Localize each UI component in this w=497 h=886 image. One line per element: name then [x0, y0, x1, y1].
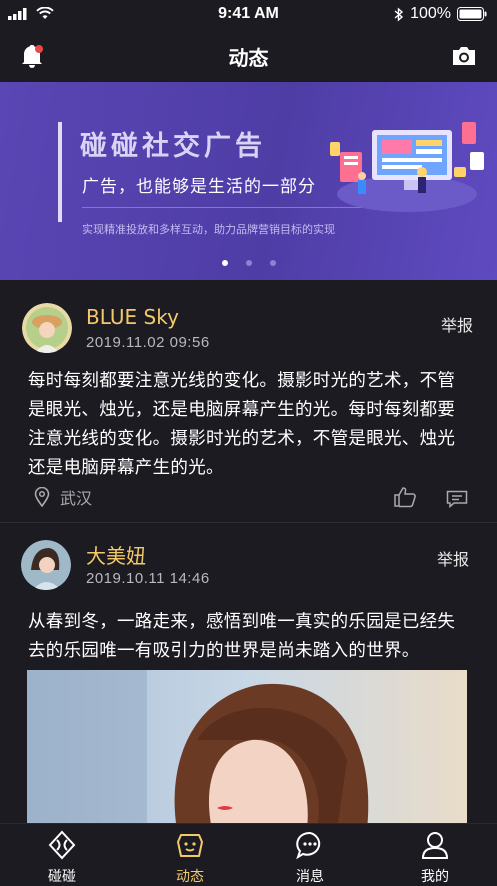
camera-icon [453, 47, 475, 65]
banner-caption: 实现精准投放和多样互动，助力品牌营销目标的实现 [82, 223, 335, 236]
banner-subtitle: 广告，也能够是生活的一部分 [82, 177, 316, 197]
pager-dot[interactable] [245, 260, 252, 266]
tab-profile[interactable]: 我的 [395, 830, 475, 886]
battery-percent: 100% [410, 5, 451, 22]
page-title: 动态 [228, 46, 269, 70]
user-name[interactable]: 大美妞 [86, 540, 146, 569]
post-content-line: 是眼光、烛光，还是电脑屏幕产生的光。每时每刻都要 [28, 400, 456, 420]
bluetooth-icon [394, 6, 404, 22]
nav-bar: 动态 [0, 30, 497, 82]
banner-title: 碰碰社交广告 [80, 131, 266, 162]
report-button[interactable]: 举报 [441, 312, 473, 336]
pager-dot[interactable] [221, 260, 228, 266]
status-right: 100% [394, 5, 487, 23]
banner-divider [82, 207, 362, 208]
location-label: 武汉 [60, 489, 93, 508]
banner-accent-bar [58, 122, 62, 222]
tab-moments[interactable]: 动态 [150, 830, 230, 886]
post-date: 2019.11.02 09:56 [86, 334, 210, 351]
ad-banner[interactable]: 碰碰社交广告 广告，也能够是生活的一部分 实现精准投放和多样互动，助力品牌营销目… [0, 82, 497, 280]
comment-icon [446, 490, 468, 509]
status-bar: 9:41 AM 100% [0, 0, 497, 30]
tab-label: 我的 [421, 869, 449, 885]
post-content-line: 去的乐园唯一有吸引力的世界是尚未踏入的世界。 [28, 641, 420, 661]
report-button[interactable]: 举报 [437, 546, 469, 570]
post-photo[interactable] [27, 670, 467, 830]
location-pin-icon [34, 487, 50, 507]
avatar[interactable] [21, 540, 71, 590]
feed-post: BLUE Sky 2019.11.02 09:56 举报 每时每刻都要注意光线的… [0, 282, 497, 522]
post-date: 2019.10.11 14:46 [86, 570, 210, 587]
tab-label: 碰碰 [48, 869, 76, 885]
tab-messages[interactable]: 消息 [270, 830, 350, 886]
post-location[interactable]: 武汉 [34, 485, 92, 509]
camera-button[interactable] [451, 45, 477, 71]
user-name[interactable]: BLUE Sky [86, 305, 179, 329]
like-button[interactable] [393, 486, 417, 512]
message-icon [296, 831, 321, 860]
profile-icon [421, 832, 449, 859]
post-content-line: 还是电脑屏幕产生的光。 [28, 458, 224, 478]
post-content: 从春到冬，一路走来，感悟到唯一真实的乐园是已经失 去的乐园唯一有吸引力的世界是尚… [28, 608, 478, 666]
post-content-line: 注意光线的变化。摄影时光的艺术，不管是眼光、烛光 [28, 429, 456, 449]
thumbs-up-icon [394, 487, 416, 508]
banner-pager [0, 260, 497, 266]
avatar[interactable] [22, 303, 72, 353]
comment-button[interactable] [446, 490, 468, 512]
battery-icon [457, 7, 487, 21]
moments-icon [177, 834, 203, 857]
banner-illustration [322, 112, 492, 226]
feed-post: 大美妞 2019.10.11 14:46 举报 从春到冬，一路走来，感悟到唯一真… [0, 523, 497, 830]
tab-label: 动态 [176, 869, 204, 885]
tab-bar: 碰碰 动态 消息 我的 [0, 823, 497, 886]
post-content-line: 从春到冬，一路走来，感悟到唯一真实的乐园是已经失 [28, 612, 456, 632]
pager-dot[interactable] [269, 260, 276, 266]
bump-icon [48, 830, 76, 860]
post-content: 每时每刻都要注意光线的变化。摄影时光的艺术，不管 是眼光、烛光，还是电脑屏幕产生… [28, 367, 478, 483]
post-content-line: 每时每刻都要注意光线的变化。摄影时光的艺术，不管 [28, 371, 456, 391]
tab-label: 消息 [296, 869, 324, 885]
tab-bump[interactable]: 碰碰 [22, 830, 102, 886]
